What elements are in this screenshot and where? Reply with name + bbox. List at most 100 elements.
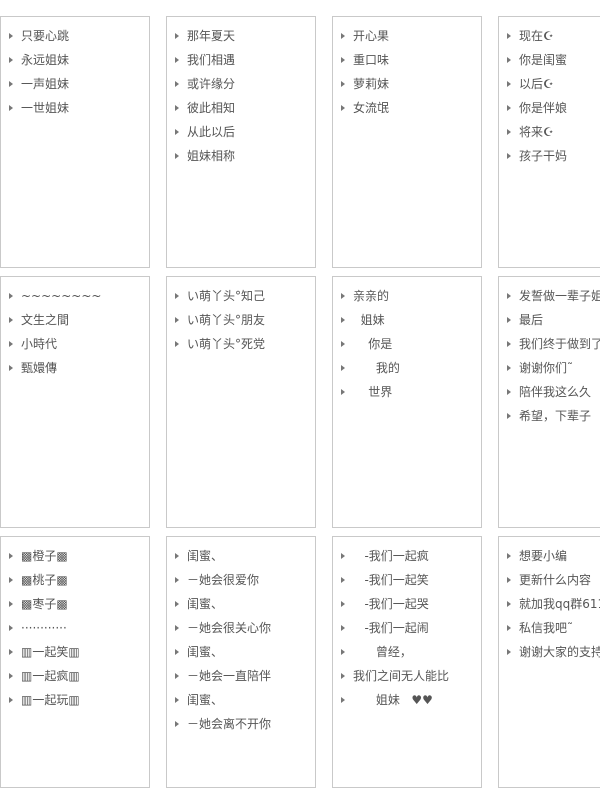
list-item[interactable]: 你是闺蜜 xyxy=(507,48,600,72)
triangle-bullet-icon xyxy=(341,317,345,323)
list-item[interactable]: 闺蜜、 xyxy=(175,640,315,664)
text-card: い萌丫头°知己い萌丫头°朋友 い萌丫头°死党 xyxy=(166,276,316,528)
list-item[interactable]: い萌丫头°死党 xyxy=(175,332,315,356)
text-list: 现在☪ 你是闺蜜 以后☪ 你是伴娘 将来☪ 孩子干妈 xyxy=(499,17,600,168)
list-item[interactable]: －她会很爱你 xyxy=(175,568,315,592)
list-item[interactable]: 更新什么内容 xyxy=(507,568,600,592)
list-item[interactable]: 萝莉妹 xyxy=(341,72,481,96)
triangle-bullet-icon xyxy=(507,389,511,395)
list-item[interactable]: 就加我qq群6112 xyxy=(507,592,600,616)
list-item[interactable]: ▩枣子▩ xyxy=(9,592,149,616)
list-item[interactable]: -我们一起笑 xyxy=(341,568,481,592)
list-item-text: 那年夏天 xyxy=(187,29,236,43)
list-item[interactable]: 一世姐妹 xyxy=(9,96,149,120)
list-item[interactable]: 孩子干妈 xyxy=(507,144,600,168)
list-item[interactable]: 或许缘分 xyxy=(175,72,315,96)
list-item[interactable]: 想要小编 xyxy=(507,544,600,568)
list-item[interactable]: 彼此相知 xyxy=(175,96,315,120)
list-item[interactable]: ▥一起笑▥ xyxy=(9,640,149,664)
list-item[interactable]: い萌丫头°朋友 xyxy=(175,308,315,332)
list-item[interactable]: 姐妹 ♥♥ xyxy=(341,688,481,712)
list-item[interactable]: -我们一起闹 xyxy=(341,616,481,640)
list-item[interactable]: 姐妹 xyxy=(341,308,481,332)
list-item-text: 女流氓 xyxy=(353,101,390,115)
list-item-text: い萌丫头°朋友 xyxy=(187,313,266,327)
triangle-bullet-icon xyxy=(9,649,13,655)
list-item[interactable]: 现在☪ xyxy=(507,24,600,48)
text-list: 那年夏天我们相遇或许缘分 彼此相知从此以后姐妹相称 xyxy=(167,17,315,168)
list-item[interactable]: い萌丫头°知己 xyxy=(175,284,315,308)
list-item[interactable]: -我们一起哭 xyxy=(341,592,481,616)
list-item[interactable]: ▥一起疯▥ xyxy=(9,664,149,688)
list-item[interactable]: 希望，下辈子 xyxy=(507,404,600,428)
list-item[interactable]: －她会很关心你 xyxy=(175,616,315,640)
list-item-text: 私信我吧˜ xyxy=(519,621,574,635)
list-item[interactable]: 谢谢你们˜ xyxy=(507,356,600,380)
list-item[interactable]: －她会离不开你 xyxy=(175,712,315,736)
list-item-text: 我们之间无人能比 xyxy=(353,669,450,683)
list-item-text: 想要小编 xyxy=(519,549,568,563)
triangle-bullet-icon xyxy=(175,625,179,631)
list-item[interactable]: 我们终于做到了 xyxy=(507,332,600,356)
triangle-bullet-icon xyxy=(507,153,511,159)
list-item[interactable]: 只要心跳 xyxy=(9,24,149,48)
list-item[interactable]: 闺蜜、 xyxy=(175,688,315,712)
list-item[interactable]: 世界 xyxy=(341,380,481,404)
triangle-bullet-icon xyxy=(175,341,179,347)
text-card: -我们一起疯 -我们一起笑 -我们一起哭 -我们一起闹 曾经， 我们之间无人能比 … xyxy=(332,536,482,788)
triangle-bullet-icon xyxy=(175,33,179,39)
list-item[interactable]: 闺蜜、 xyxy=(175,592,315,616)
list-item[interactable]: ▩桃子▩ xyxy=(9,568,149,592)
list-item[interactable]: 亲亲的 xyxy=(341,284,481,308)
list-item-text: 我们相遇 xyxy=(187,53,236,67)
list-item[interactable]: 发誓做一辈子姐 xyxy=(507,284,600,308)
list-item[interactable]: 姐妹相称 xyxy=(175,144,315,168)
list-item[interactable]: 我的 xyxy=(341,356,481,380)
triangle-bullet-icon xyxy=(341,57,345,63)
list-item[interactable]: 文生之間 xyxy=(9,308,149,332)
list-item[interactable]: 最后 xyxy=(507,308,600,332)
list-item[interactable]: 重口味 xyxy=(341,48,481,72)
list-item[interactable]: 陪伴我这么久 xyxy=(507,380,600,404)
list-item[interactable]: 闺蜜、 xyxy=(175,544,315,568)
list-item[interactable]: -我们一起疯 xyxy=(341,544,481,568)
list-item[interactable]: ▥一起玩▥ xyxy=(9,688,149,712)
list-item[interactable]: 以后☪ xyxy=(507,72,600,96)
list-item[interactable]: 女流氓 xyxy=(341,96,481,120)
triangle-bullet-icon xyxy=(9,57,13,63)
list-item[interactable]: ~~~~~~~~ xyxy=(9,284,149,308)
text-card: 现在☪ 你是闺蜜 以后☪ 你是伴娘 将来☪ 孩子干妈 xyxy=(498,16,600,268)
list-item[interactable]: 谢谢大家的支持 xyxy=(507,640,600,664)
list-item-text: 我的 xyxy=(353,361,400,375)
list-item[interactable]: ▩橙子▩ xyxy=(9,544,149,568)
list-item[interactable]: 那年夏天 xyxy=(175,24,315,48)
list-item[interactable]: 你是 xyxy=(341,332,481,356)
text-card: 闺蜜、 －她会很爱你 闺蜜、 －她会很关心你 闺蜜、 －她会一直陪伴 闺蜜、 －她会离不开你 xyxy=(166,536,316,788)
list-item-text: 孩子干妈 xyxy=(519,149,568,163)
list-item-text: い萌丫头°死党 xyxy=(187,337,266,351)
list-item-text: 姐妹相称 xyxy=(187,149,236,163)
list-item[interactable]: 小時代 xyxy=(9,332,149,356)
list-item[interactable]: 我们之间无人能比 xyxy=(341,664,481,688)
triangle-bullet-icon xyxy=(507,553,511,559)
triangle-bullet-icon xyxy=(341,577,345,583)
list-item[interactable]: 从此以后 xyxy=(175,120,315,144)
list-item[interactable]: 开心果 xyxy=(341,24,481,48)
list-item[interactable]: －她会一直陪伴 xyxy=(175,664,315,688)
triangle-bullet-icon xyxy=(341,649,345,655)
list-item[interactable]: 你是伴娘 xyxy=(507,96,600,120)
list-item[interactable]: 甄嬛傳 xyxy=(9,356,149,380)
list-item[interactable]: 私信我吧˜ xyxy=(507,616,600,640)
list-item-text: ▩橙子▩ xyxy=(21,549,68,563)
list-item[interactable]: 将来☪ xyxy=(507,120,600,144)
text-card: 发誓做一辈子姐 最后 我们终于做到了谢谢你们˜ 陪伴我这么久 希望，下辈子 xyxy=(498,276,600,528)
list-item[interactable]: 我们相遇 xyxy=(175,48,315,72)
list-item[interactable]: 永远姐妹 xyxy=(9,48,149,72)
list-item[interactable]: 一声姐妹 xyxy=(9,72,149,96)
list-item[interactable]: ············ xyxy=(9,616,149,640)
list-item-text: 谢谢你们˜ xyxy=(519,361,574,375)
list-item-text: 闺蜜、 xyxy=(187,597,224,611)
list-item-text: -我们一起哭 xyxy=(353,597,429,611)
list-item-text: 从此以后 xyxy=(187,125,236,139)
list-item[interactable]: 曾经， xyxy=(341,640,481,664)
